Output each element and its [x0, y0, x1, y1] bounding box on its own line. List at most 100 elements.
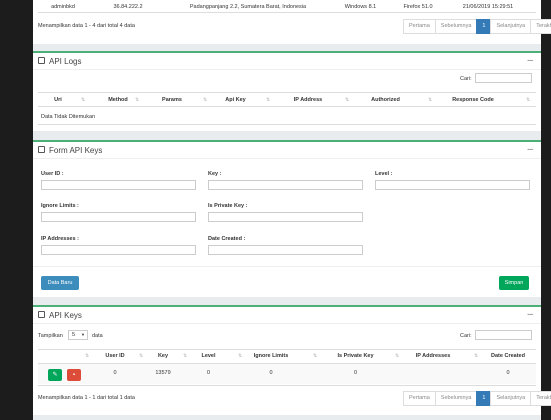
pagination-first[interactable]: Pertama — [403, 19, 436, 34]
table-header-top — [38, 92, 536, 93]
copy-icon — [38, 146, 45, 153]
cell-private-key: 0 — [353, 370, 358, 376]
api-keys-search-input[interactable] — [475, 330, 532, 340]
api-keys-box: API Keys – Tampilkan 5 ▼ data Cari: ⇅ Us… — [33, 305, 551, 415]
ignore-limits-input[interactable] — [41, 212, 196, 222]
column-header-ignore-limits[interactable]: Ignore Limits — [241, 353, 301, 359]
date-created-input[interactable] — [208, 245, 363, 255]
sort-icon[interactable]: ⇅ — [139, 353, 143, 359]
column-header-api-key[interactable]: Api Key — [213, 97, 258, 103]
column-header-user-id[interactable]: User ID — [95, 353, 135, 359]
table-bottom — [38, 124, 536, 125]
collapse-button[interactable]: – — [527, 144, 533, 155]
cell-user-id: 0 — [113, 370, 117, 376]
sort-icon[interactable]: ⇅ — [474, 353, 478, 359]
pagination-current[interactable]: 1 — [476, 391, 492, 406]
row-divider — [38, 12, 536, 13]
search-label: Cari: — [460, 76, 472, 82]
copy-icon — [38, 311, 45, 318]
table-cell-datetime: 21/06/2019 15:29:51 — [462, 4, 514, 10]
private-key-label: Is Private Key : — [208, 203, 248, 209]
column-header-ip-addresses[interactable]: IP Addresses — [398, 353, 468, 359]
copy-icon — [38, 57, 45, 64]
edit-button[interactable]: ✎ — [48, 369, 62, 381]
level-input[interactable] — [375, 180, 530, 190]
empty-table-message: Data Tidak Ditemukan — [41, 114, 96, 120]
pagination: Pertama Sebelumnya 1 Selanjutnya Terakhi… — [403, 19, 551, 34]
page-length-select[interactable]: 5 ▼ — [68, 330, 88, 340]
column-header-private-key[interactable]: Is Private Key — [318, 353, 393, 359]
table-header-top — [38, 349, 536, 350]
ip-addresses-label: IP Addresses : — [41, 236, 79, 242]
chevron-down-icon: ▼ — [81, 332, 85, 337]
search-label: Cari: — [460, 333, 472, 339]
table-cell-username: adminbkd — [51, 4, 75, 10]
column-header-response-code[interactable]: Response Code — [438, 97, 508, 103]
form-api-keys-box: Form API Keys – User ID : Key : Level : … — [33, 140, 541, 297]
column-header-authorized[interactable]: Authorized — [353, 97, 418, 103]
sort-icon[interactable]: ⇅ — [266, 97, 270, 103]
api-logs-box: API Logs – Cari: Uri ⇅ Method ⇅ Params ⇅… — [33, 51, 541, 131]
key-input[interactable] — [208, 180, 363, 190]
edit-icon: ✎ — [52, 372, 58, 378]
pagination-next[interactable]: Selanjutnya — [490, 391, 532, 406]
cell-ignore-limits: 0 — [269, 370, 273, 376]
private-key-input[interactable] — [208, 212, 363, 222]
form-footer-divider — [33, 266, 541, 267]
table-header-bottom — [38, 106, 536, 107]
user-id-label: User ID : — [41, 171, 64, 177]
user-id-input[interactable] — [41, 180, 196, 190]
pagination-prev[interactable]: Sebelumnya — [434, 391, 478, 406]
cell-key: 13579 — [155, 370, 171, 376]
column-header-key[interactable]: Key — [148, 353, 178, 359]
api-logs-header: API Logs – — [33, 53, 541, 70]
api-logs-search-input[interactable] — [475, 73, 532, 83]
page-length-value: 5 — [72, 332, 76, 338]
table-info: Menampilkan data 1 - 1 dari total 1 data — [38, 395, 135, 401]
sort-icon[interactable]: ⇅ — [345, 97, 349, 103]
cell-date-created: 0 — [506, 370, 510, 376]
collapse-button[interactable]: – — [527, 55, 533, 66]
pagination-last[interactable]: Terakhir — [530, 391, 551, 406]
sort-icon[interactable]: ⇅ — [526, 97, 530, 103]
access-log-box: adminbkd 36.84.222.2 Padangpanjang 2.2, … — [33, 0, 551, 44]
column-header-date-created[interactable]: Date Created — [483, 353, 533, 359]
cell-level: 0 — [206, 370, 211, 376]
pagination-prev[interactable]: Sebelumnya — [434, 19, 478, 34]
column-header-params[interactable]: Params — [147, 97, 197, 103]
sort-icon[interactable]: ⇅ — [135, 97, 139, 103]
level-label: Level : — [375, 171, 393, 177]
ip-addresses-input[interactable] — [41, 245, 196, 255]
form-header: Form API Keys – — [33, 142, 541, 159]
pagination-current[interactable]: 1 — [476, 19, 492, 34]
trash-icon: ▪ — [72, 372, 76, 378]
sort-icon[interactable]: ⇅ — [313, 353, 317, 359]
pagination-last[interactable]: Terakhir — [530, 19, 551, 34]
pagination-next[interactable]: Selanjutnya — [490, 19, 532, 34]
table-cell-ip: 36.84.222.2 — [113, 4, 143, 10]
api-keys-title: API Keys — [49, 311, 82, 320]
new-data-button[interactable]: Data Baru — [41, 276, 79, 290]
column-header-uri[interactable]: Uri — [43, 97, 73, 103]
key-label: Key : — [208, 171, 222, 177]
sort-icon[interactable]: ⇅ — [203, 97, 207, 103]
column-header-level[interactable]: Level — [191, 353, 226, 359]
show-entries-label: Tampilkan — [38, 333, 63, 339]
save-button[interactable]: Simpan — [499, 276, 529, 290]
collapse-button[interactable]: – — [527, 309, 533, 320]
pagination-first[interactable]: Pertama — [403, 391, 436, 406]
table-info: Menampilkan data 1 - 4 dari total 4 data — [38, 23, 135, 29]
column-header-ip-address[interactable]: IP Address — [278, 97, 338, 103]
table-bottom — [38, 385, 536, 386]
main-content: adminbkd 36.84.222.2 Padangpanjang 2.2, … — [33, 0, 551, 420]
delete-button[interactable]: ▪ — [67, 369, 81, 381]
form-title: Form API Keys — [49, 146, 103, 155]
sort-icon[interactable]: ⇅ — [85, 353, 89, 359]
table-row: ✎ ▪ 0 13579 0 0 0 0 — [38, 364, 536, 384]
show-entries-suffix: data — [92, 333, 103, 339]
sort-icon[interactable]: ⇅ — [183, 353, 187, 359]
date-created-label: Date Created : — [208, 236, 246, 242]
sort-icon[interactable]: ⇅ — [428, 97, 432, 103]
pagination: Pertama Sebelumnya 1 Selanjutnya Terakhi… — [403, 391, 551, 406]
sort-icon[interactable]: ⇅ — [81, 97, 85, 103]
